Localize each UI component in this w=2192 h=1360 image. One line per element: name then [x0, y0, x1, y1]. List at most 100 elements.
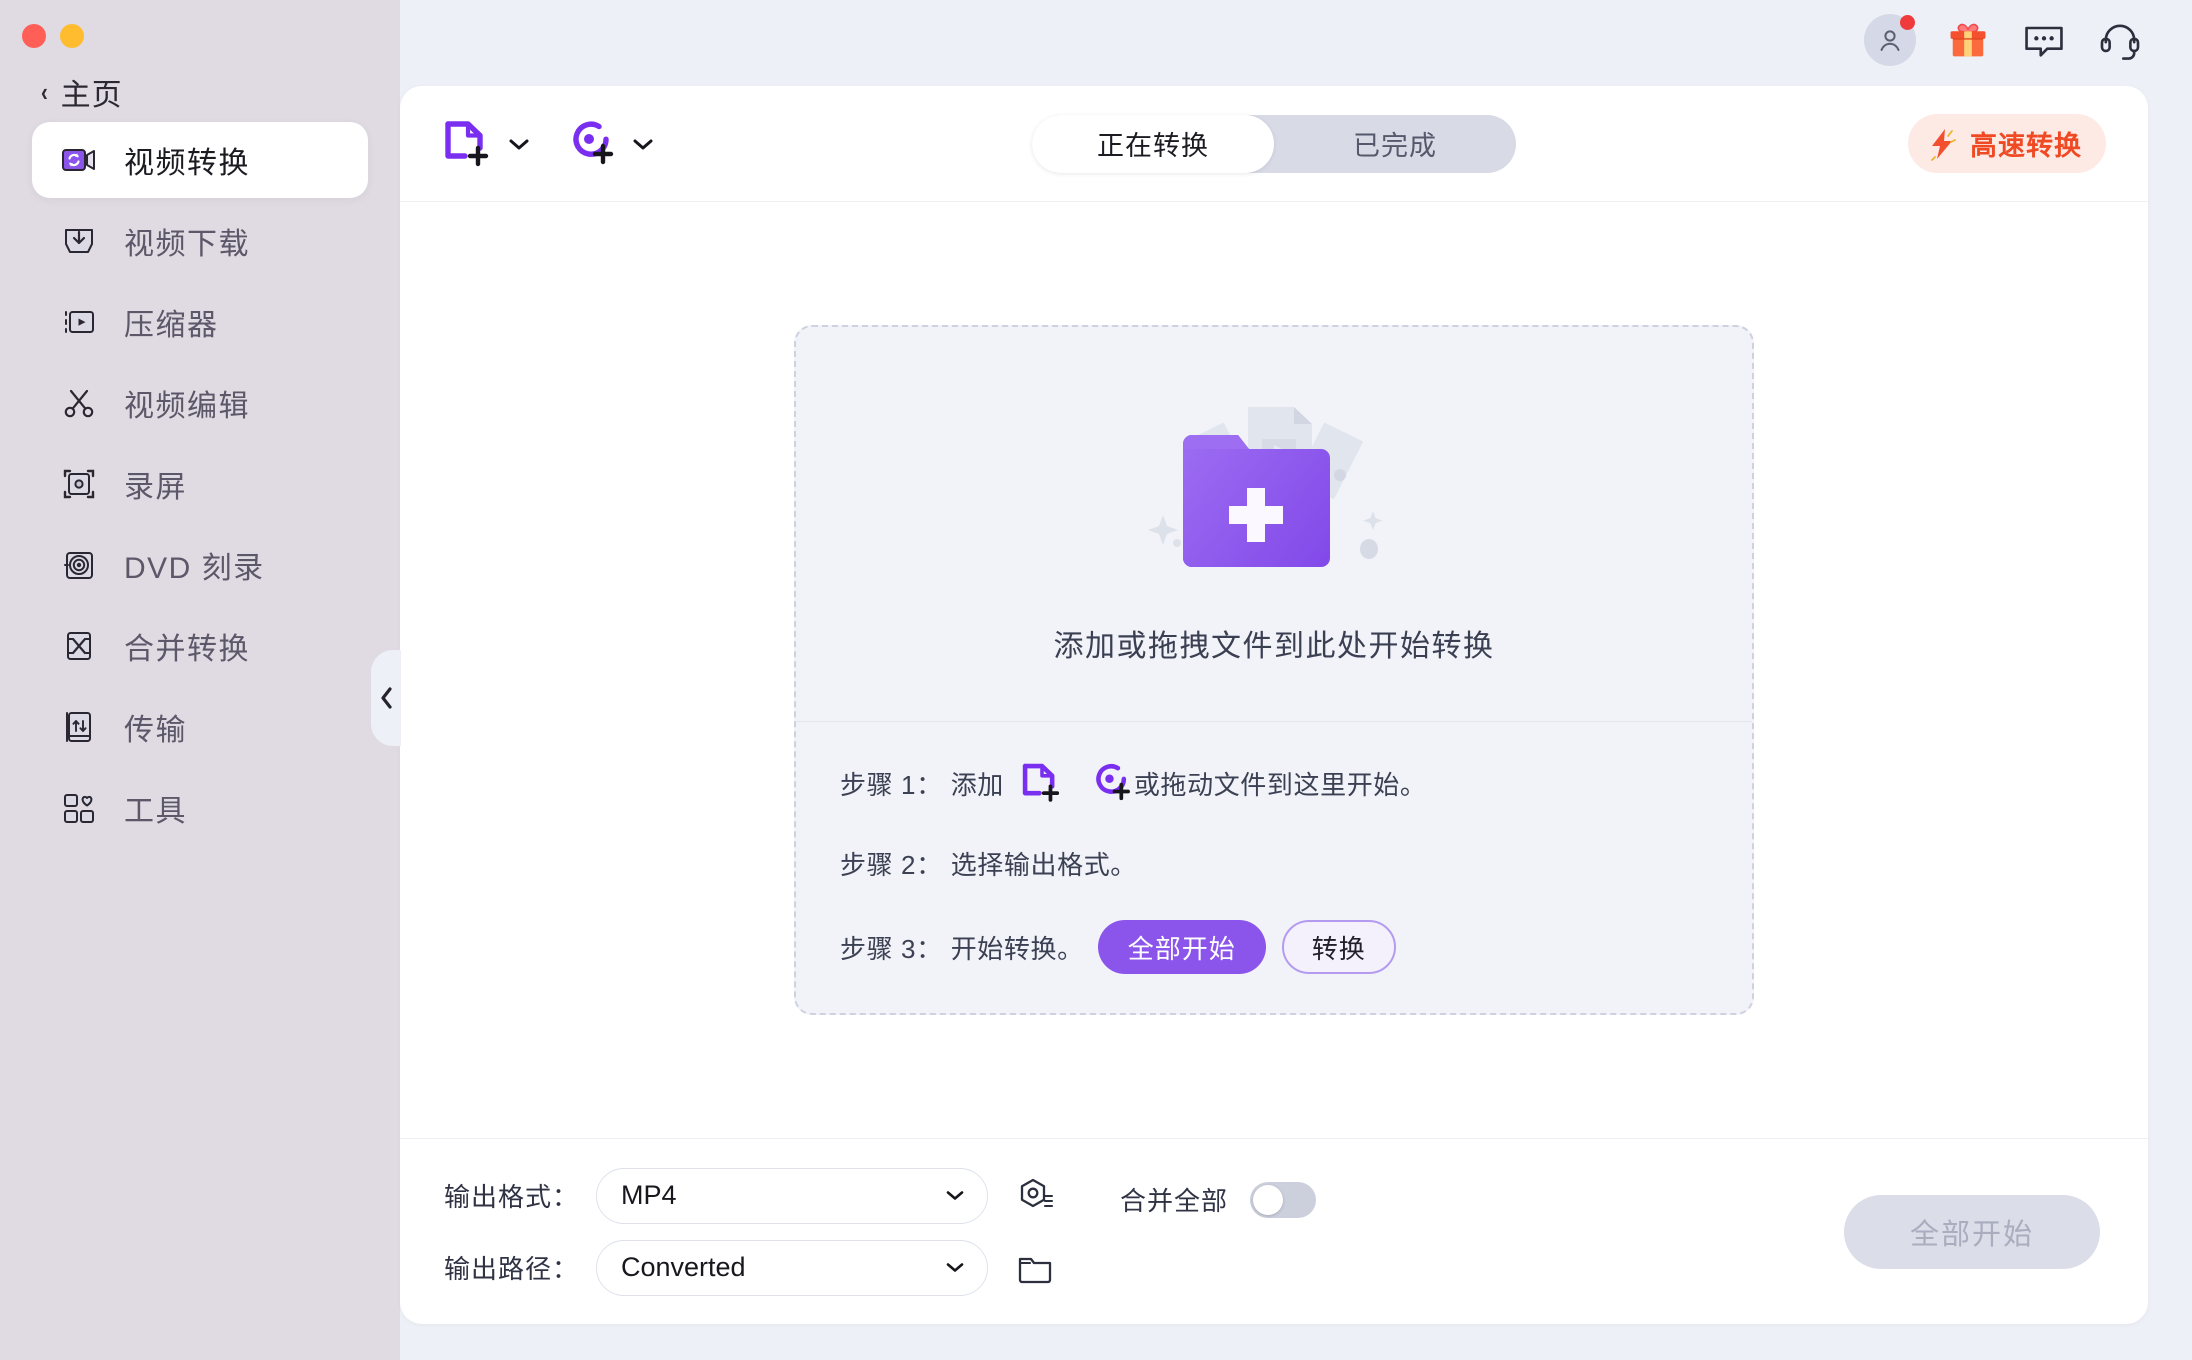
dvd-burn-icon	[60, 546, 98, 584]
sidebar-item-video-download[interactable]: 视频下载	[32, 203, 368, 279]
sidebar-item-label: 传输	[124, 714, 187, 747]
sidebar-item-video-convert[interactable]: 视频转换	[32, 122, 368, 198]
sidebar-item-label: 压缩器	[124, 309, 219, 342]
file-dropzone[interactable]: 添加或拖拽文件到此处开始转换 步骤 1： 添加 或拖动文件到这里开始。 步骤 2…	[794, 325, 1754, 1015]
sidebar-item-label: DVD 刻录	[124, 552, 265, 585]
top-icon-bar	[400, 0, 2192, 80]
chevron-left-icon: ‹	[40, 77, 48, 107]
folder-icon	[1018, 1257, 1052, 1283]
step-2: 步骤 2： 选择输出格式。	[840, 840, 1752, 886]
merge-all-label: 合并全部	[1120, 1186, 1229, 1216]
high-speed-label: 高速转换	[1970, 131, 2082, 161]
support-headset-icon[interactable]	[2096, 16, 2144, 64]
sidebar-item-label: 录屏	[124, 471, 187, 504]
dropzone-upper: 添加或拖拽文件到此处开始转换	[796, 327, 1752, 722]
add-folder-illustration	[1148, 407, 1383, 567]
output-format-value: MP4	[621, 1180, 677, 1210]
step-1-label: 步骤 1：	[840, 769, 943, 800]
step-1-text-after: 或拖动文件到这里开始。	[1133, 769, 1427, 800]
merge-all-toggle[interactable]	[1250, 1181, 1317, 1218]
step-3-label: 步骤 3：	[840, 933, 943, 964]
status-tabs: 正在转换 已完成	[1032, 114, 1516, 173]
home-label: 主页	[60, 79, 123, 112]
dropzone-steps: 步骤 1： 添加 或拖动文件到这里开始。 步骤 2： 选择输出格式。 步骤 3：…	[796, 722, 1752, 1013]
video-convert-icon	[60, 141, 98, 179]
sidebar-item-label: 工具	[124, 795, 187, 828]
add-disc-button[interactable]	[566, 118, 654, 170]
card-body: 添加或拖拽文件到此处开始转换 步骤 1： 添加 或拖动文件到这里开始。 步骤 2…	[400, 202, 2148, 1138]
output-format-select[interactable]: MP4	[596, 1167, 988, 1224]
chevron-down-icon	[509, 139, 529, 149]
add-file-icon[interactable]	[1020, 761, 1064, 805]
convert-inline-button[interactable]: 转换	[1281, 920, 1396, 974]
add-file-button[interactable]	[442, 118, 530, 170]
lightning-bolt-icon	[1931, 128, 1956, 161]
output-form: 输出格式： MP4 输出路径： Converted	[444, 1167, 1060, 1296]
sidebar-item-label: 视频转换	[124, 147, 250, 180]
notification-badge	[1900, 15, 1915, 30]
sidebar-item-screen-record[interactable]: 录屏	[32, 446, 368, 522]
step-1-text-before: 添加	[950, 769, 1004, 800]
app-window: ‹ 主页 视频转换 视频下载 压缩器 视频编辑 录屏 DVD 刻录 合并转换 传…	[0, 0, 2192, 1360]
screen-record-icon	[60, 465, 98, 503]
sidebar-item-label: 合并转换	[124, 633, 250, 666]
start-all-inline-button[interactable]: 全部开始	[1097, 920, 1266, 974]
add-disc-icon	[573, 121, 614, 164]
minimize-button[interactable]	[60, 24, 84, 48]
sidebar-item-merge-convert[interactable]: 合并转换	[32, 608, 368, 684]
sidebar: ‹ 主页 视频转换 视频下载 压缩器 视频编辑 录屏 DVD 刻录 合并转换 传…	[0, 0, 401, 1360]
add-file-icon	[445, 120, 489, 166]
step-3-text: 开始转换。	[950, 933, 1084, 964]
sidebar-collapse-button[interactable]	[371, 650, 401, 746]
output-path-row: 输出路径： Converted	[444, 1239, 1060, 1296]
output-path-label: 输出路径：	[444, 1254, 580, 1284]
feedback-chat-icon[interactable]	[2020, 16, 2068, 64]
sidebar-item-tools[interactable]: 工具	[32, 770, 368, 846]
format-settings-button[interactable]	[1010, 1171, 1060, 1221]
sidebar-item-label: 视频下载	[124, 228, 250, 261]
step-1: 步骤 1： 添加 或拖动文件到这里开始。	[840, 760, 1752, 806]
scissors-icon	[60, 384, 98, 422]
settings-gear-icon	[1020, 1178, 1054, 1207]
step-2-text: 选择输出格式。	[950, 849, 1137, 880]
sidebar-item-transfer[interactable]: 传输	[32, 689, 368, 765]
output-settings-bar: 输出格式： MP4 输出路径： Converted 合并全部 全部开始	[400, 1138, 2148, 1324]
merge-all-group: 合并全部	[1120, 1181, 1317, 1218]
dropzone-hint: 添加或拖拽文件到此处开始转换	[1053, 630, 1495, 663]
card-toolbar: 正在转换 已完成 高速转换	[400, 86, 2148, 202]
converter-card: 正在转换 已完成 高速转换 添加或拖拽文件到此处开始转换 步骤 1： 添加 或拖…	[400, 86, 2148, 1324]
output-path-select[interactable]: Converted	[596, 1239, 988, 1296]
chevron-left-icon	[380, 687, 392, 709]
window-traffic-lights	[0, 0, 400, 52]
sidebar-item-compressor[interactable]: 压缩器	[32, 284, 368, 360]
tab-converting[interactable]: 正在转换	[1032, 114, 1274, 173]
sidebar-item-dvd-burn[interactable]: DVD 刻录	[32, 527, 368, 603]
sidebar-item-video-edit[interactable]: 视频编辑	[32, 365, 368, 441]
start-all-button[interactable]: 全部开始	[1844, 1194, 2100, 1269]
add-disc-icon[interactable]	[1090, 761, 1134, 805]
step-2-label: 步骤 2：	[840, 849, 943, 880]
sidebar-item-label: 视频编辑	[124, 390, 250, 423]
compressor-icon	[60, 303, 98, 341]
output-format-row: 输出格式： MP4	[444, 1167, 1060, 1224]
account-avatar-icon[interactable]	[1864, 14, 1916, 66]
output-path-value: Converted	[621, 1252, 746, 1282]
merge-convert-icon	[60, 627, 98, 665]
output-format-label: 输出格式：	[444, 1182, 580, 1212]
close-button[interactable]	[22, 24, 46, 48]
video-download-icon	[60, 222, 98, 260]
chevron-down-icon	[633, 139, 653, 149]
browse-folder-button[interactable]	[1010, 1243, 1060, 1293]
toolbox-icon	[60, 789, 98, 827]
tab-completed[interactable]: 已完成	[1274, 115, 1516, 173]
chevron-down-icon	[946, 1191, 964, 1200]
add-source-buttons	[442, 118, 654, 170]
step-3: 步骤 3： 开始转换。 全部开始 转换	[840, 920, 1752, 974]
toggle-knob	[1253, 1184, 1284, 1215]
sidebar-nav: 视频转换 视频下载 压缩器 视频编辑 录屏 DVD 刻录 合并转换 传输 工具	[0, 122, 400, 846]
home-back-button[interactable]: ‹ 主页	[0, 52, 400, 112]
main-area: 正在转换 已完成 高速转换 添加或拖拽文件到此处开始转换 步骤 1： 添加 或拖…	[400, 0, 2192, 1360]
high-speed-convert-button[interactable]: 高速转换	[1908, 114, 2106, 173]
gift-icon[interactable]	[1944, 16, 1992, 64]
chevron-down-icon	[946, 1263, 964, 1272]
